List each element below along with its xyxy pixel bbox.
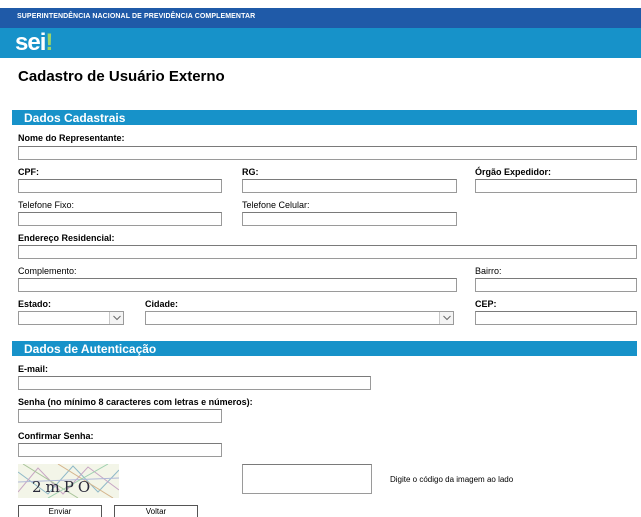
nome-representante-input[interactable] [18,146,637,160]
email-input[interactable] [18,376,371,390]
logo-bar: sei! [0,28,641,58]
logo-text: sei [15,29,46,56]
sei-logo[interactable]: sei! [15,29,53,57]
confirmar-senha-input[interactable] [18,443,222,457]
complemento-input[interactable] [18,278,457,292]
agency-name: SUPERINTENDÊNCIA NACIONAL DE PREVIDÊNCIA… [17,13,256,20]
telefone-celular-label: Telefone Celular: [242,200,310,210]
section-dados-cadastrais: Dados Cadastrais [12,110,637,125]
email-label: E-mail: [18,364,49,374]
captcha-code-input[interactable] [242,464,372,494]
captcha-hint: Digite o código da imagem ao lado [390,475,514,484]
page-title: Cadastro de Usuário Externo [18,68,225,85]
senha-input[interactable] [18,409,222,423]
agency-bar: SUPERINTENDÊNCIA NACIONAL DE PREVIDÊNCIA… [0,8,641,28]
enviar-button[interactable]: Enviar [18,505,102,517]
estado-select[interactable] [18,311,124,325]
cidade-select[interactable] [145,311,454,325]
captcha-image: 2mPO [18,464,119,498]
rg-label: RG: [242,167,259,177]
orgao-expedidor-input[interactable] [475,179,637,193]
voltar-button[interactable]: Voltar [114,505,198,517]
bairro-input[interactable] [475,278,637,292]
section-title: Dados Cadastrais [24,111,126,125]
telefone-fixo-label: Telefone Fixo: [18,200,75,210]
chevron-down-icon[interactable] [109,312,123,324]
endereco-input[interactable] [18,245,637,259]
orgao-expedidor-label: Órgão Expedidor: [475,167,552,177]
section-title: Dados de Autenticação [24,342,157,356]
nome-label: Nome do Representante: [18,133,125,143]
estado-label: Estado: [18,299,52,309]
telefone-celular-input[interactable] [242,212,457,226]
captcha-text: 2mPO [32,478,95,496]
section-dados-autenticacao: Dados de Autenticação [12,341,637,356]
telefone-fixo-input[interactable] [18,212,222,226]
cidade-label: Cidade: [145,299,179,309]
rg-input[interactable] [242,179,457,193]
complemento-label: Complemento: [18,266,77,276]
bairro-label: Bairro: [475,266,502,276]
chevron-down-icon[interactable] [439,312,453,324]
confirmar-senha-label: Confirmar Senha: [18,431,94,441]
cpf-label: CPF: [18,167,39,177]
senha-label: Senha (no mínimo 8 caracteres com letras… [18,397,253,407]
cep-input[interactable] [475,311,637,325]
cpf-input[interactable] [18,179,222,193]
endereco-label: Endereço Residencial: [18,233,115,243]
logo-mark: ! [45,29,53,56]
cep-label: CEP: [475,299,497,309]
